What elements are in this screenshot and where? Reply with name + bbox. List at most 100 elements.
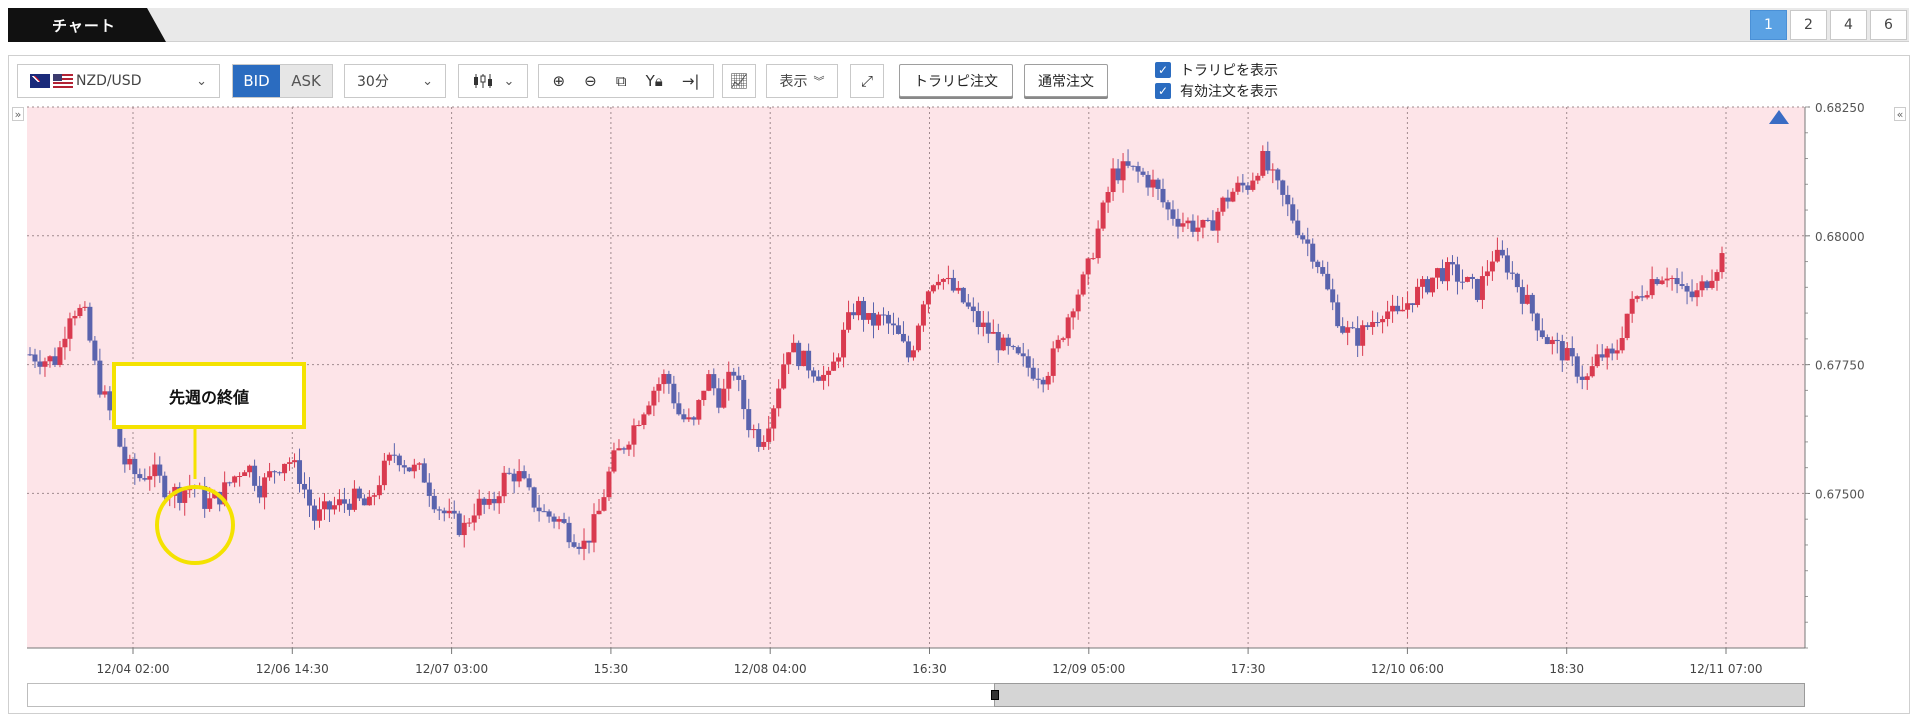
y-tick-label: 0.68000 [1815,230,1865,244]
candle-body [1479,276,1485,300]
candle-body [381,460,387,486]
candle-body [1669,278,1675,280]
candle-body [866,313,872,320]
candle-body [1230,191,1236,202]
candle-body [1285,194,1291,205]
candle-body [861,300,867,320]
candle-body [1250,180,1256,190]
candle-body [736,375,742,380]
candle-body [1115,168,1121,181]
candle-body [826,370,832,375]
candle-body [1509,272,1515,274]
candle-body [561,519,567,523]
candle-body [32,354,38,362]
candle-body [1155,179,1161,189]
candle-body [1325,273,1331,290]
y-tick-label: 0.67750 [1815,359,1865,373]
candle-body [1385,311,1391,320]
candle-body [421,463,427,483]
candle-body [371,495,377,497]
candle-body [1644,295,1650,298]
candle-body [1100,202,1106,229]
candlestick-chart[interactable]: 0.67500 0.67750 0.68000 0.68250 12/04 02:00 1… [0,0,1917,717]
candle-body [486,498,492,505]
candle-body [701,390,707,401]
candle-body [1559,341,1565,361]
navigator-handle[interactable] [991,690,999,700]
candle-body [910,350,916,358]
candle-body [476,498,482,516]
candle-body [466,522,472,524]
candle-body [376,485,382,496]
candle-body [1315,261,1321,268]
candle-body [751,429,757,431]
candle-body [851,312,857,316]
candle-body [431,495,437,510]
candle-body [1410,303,1416,305]
candle-body [97,360,103,395]
candle-body [975,311,981,328]
candle-body [341,499,347,504]
candle-body [691,417,697,420]
candle-body [1320,267,1326,274]
x-tick-label: 12/11 07:00 [1690,662,1763,676]
candle-body [1135,166,1141,172]
candle-body [696,400,702,420]
candle-body [781,364,787,389]
candle-body [227,482,233,484]
candle-body [1210,220,1216,231]
candle-body [846,312,852,330]
candle-body [920,304,926,326]
x-tick-label: 12/04 02:00 [97,662,170,676]
candle-body [1075,294,1081,312]
candle-body [1365,325,1371,328]
candle-body [1449,262,1455,265]
candle-body [1435,268,1441,278]
candle-body [356,488,362,499]
candle-body [1439,268,1445,282]
navigator-window[interactable] [994,683,1805,707]
candle-body [576,546,582,549]
candle-body [1035,378,1041,380]
candle-body [1719,253,1725,273]
candle-body [1000,337,1006,351]
candle-body [711,374,717,389]
candle-body [1425,279,1431,293]
x-tick-label: 12/10 06:00 [1371,662,1444,676]
candle-body [1010,346,1016,348]
candle-body [1549,339,1555,345]
candle-body [1190,220,1196,232]
candle-body [1639,296,1645,298]
candle-body [1499,249,1505,256]
candle-body [1504,255,1510,273]
candle-body [1015,347,1021,354]
candle-body [1564,348,1570,361]
candle-body [1375,322,1381,324]
candle-body [277,472,283,474]
candle-body [122,446,128,465]
candle-body [1020,353,1026,357]
candle-body [1005,337,1011,347]
candle-body [1614,350,1620,354]
candle-body [1444,262,1450,282]
candle-body [1584,376,1590,380]
candle-body [361,498,367,506]
candle-body [970,306,976,312]
candle-body [915,325,921,351]
candle-body [102,391,108,395]
candle-body [935,281,941,286]
candle-body [1275,169,1281,181]
candle-body [1070,311,1076,318]
candle-body [671,383,677,404]
candle-body [960,287,966,303]
candle-body [1664,278,1670,281]
candle-body [811,370,817,377]
candle-body [302,483,308,490]
candle-body [62,338,68,348]
candle-body [641,414,647,425]
candle-body [1055,339,1061,349]
candle-body [1130,165,1136,167]
candle-body [930,285,936,292]
candle-body [686,417,692,420]
candle-body [47,356,53,362]
